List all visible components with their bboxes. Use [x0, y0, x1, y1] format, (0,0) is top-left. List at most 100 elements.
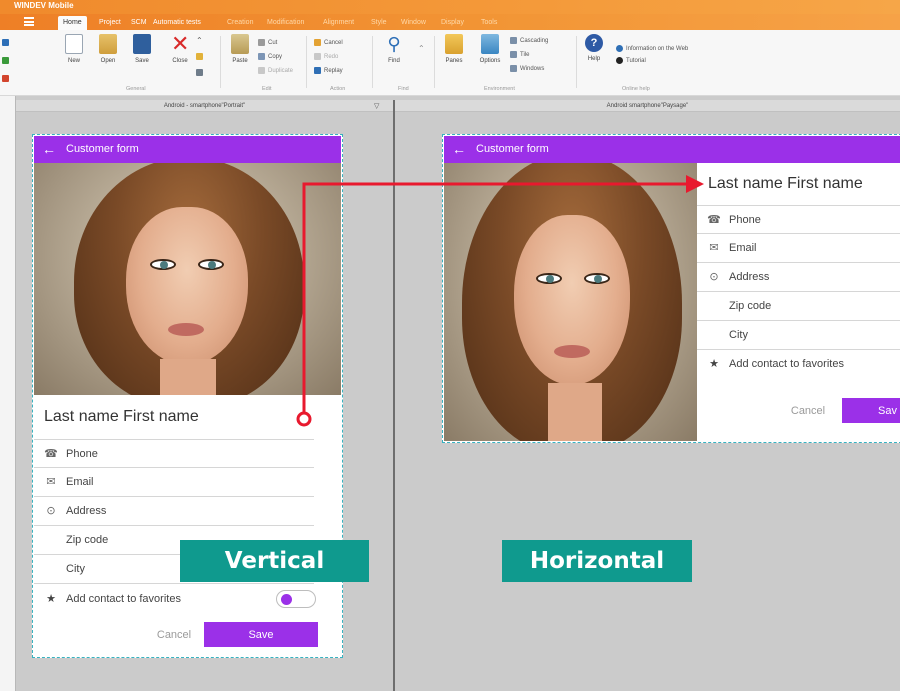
new-button[interactable]: New [60, 34, 88, 64]
ribbon-separator [434, 36, 435, 88]
redo-button[interactable]: Redo [314, 52, 338, 62]
new-file-icon [65, 34, 83, 54]
panes-label: Panes [445, 58, 463, 64]
ribbon-separator [576, 36, 577, 88]
star-icon: ★ [46, 593, 56, 605]
paste-label: Paste [232, 58, 248, 64]
tab-project[interactable]: Project [94, 16, 126, 30]
quick-save-icon[interactable] [2, 38, 12, 48]
group-online-help-label: Online help [622, 86, 650, 92]
ribbon: New Open Save ✕ Close ⌃ Paste Cut Copy D… [0, 30, 900, 96]
portrait-address-field[interactable]: ⊙ Address [34, 497, 314, 526]
tab-tools[interactable]: Tools [476, 16, 502, 30]
address-label: Address [729, 271, 770, 283]
cut-button[interactable]: Cut [258, 38, 277, 48]
find-label: Find [388, 58, 400, 64]
print-icon[interactable] [196, 68, 206, 78]
windows-button[interactable]: Windows [510, 64, 544, 74]
star-icon: ★ [709, 358, 719, 370]
tile-label: Tile [520, 52, 530, 58]
cascading-label: Cascading [520, 38, 549, 44]
ribbon-separator [372, 36, 373, 88]
favorite-toggle[interactable] [276, 590, 316, 608]
group-action-label: Action [330, 86, 346, 92]
copy-button[interactable]: Copy [258, 52, 282, 62]
tab-window[interactable]: Window [396, 16, 431, 30]
location-pin-icon: ⊙ [709, 271, 719, 283]
panes-icon [445, 34, 463, 54]
hamburger-icon[interactable] [24, 17, 34, 26]
favorite-label: Add contact to favorites [729, 358, 844, 370]
portrait-phone-field[interactable]: ☎ Phone [34, 439, 314, 468]
wand-icon[interactable] [196, 52, 206, 62]
back-arrow-icon[interactable]: ← [452, 136, 466, 163]
quick-debug-icon[interactable] [2, 74, 12, 84]
options-icon [481, 34, 499, 54]
landscape-phone-field[interactable]: ☎ Phone [697, 205, 900, 234]
email-label: Email [66, 476, 94, 488]
panes-button[interactable]: Panes [440, 34, 468, 64]
cascading-button[interactable]: Cascading [510, 36, 548, 46]
replay-button[interactable]: Replay [314, 66, 343, 76]
info-web-button[interactable]: Information on the Web [616, 44, 688, 54]
tab-display[interactable]: Display [436, 16, 469, 30]
landscape-address-field[interactable]: ⊙ Address [697, 263, 900, 292]
city-label: City [66, 563, 85, 575]
save-toolbar-button[interactable]: Save [128, 34, 156, 64]
landscape-email-field[interactable]: ✉ Email [697, 234, 900, 263]
close-button[interactable]: ✕ Close [166, 33, 194, 65]
cancel-action-label: Cancel [324, 40, 343, 46]
help-label: Help [587, 56, 601, 62]
scroll-arrows-icon[interactable]: ⌃ [418, 44, 425, 54]
landscape-favorite-row: ★ Add contact to favorites [697, 351, 900, 377]
email-label: Email [729, 242, 757, 254]
tutorial-button[interactable]: Tutorial [616, 56, 646, 66]
open-button[interactable]: Open [94, 34, 122, 64]
tab-automatic-tests[interactable]: Automatic tests [148, 16, 206, 30]
horizontal-badge: Horizontal [502, 540, 692, 582]
portrait-cancel-button[interactable]: Cancel [150, 624, 198, 646]
folder-icon [99, 34, 117, 54]
editor-left-edge [0, 96, 16, 691]
landscape-cancel-button[interactable]: Cancel [784, 400, 832, 422]
favorite-label: Add contact to favorites [66, 593, 181, 605]
pane-divider[interactable] [393, 100, 395, 691]
landscape-save-button[interactable]: Sav [842, 398, 900, 423]
tab-alignment[interactable]: Alignment [318, 16, 359, 30]
copy-label: Copy [268, 54, 283, 60]
back-arrow-icon[interactable]: ← [42, 136, 56, 163]
tab-modification[interactable]: Modification [262, 16, 309, 30]
portrait-email-field[interactable]: ✉ Email [34, 468, 314, 497]
email-icon: ✉ [709, 242, 719, 254]
email-icon: ✉ [46, 476, 56, 488]
cancel-action-button[interactable]: Cancel [314, 38, 343, 48]
replay-label: Replay [324, 68, 343, 74]
find-button[interactable]: ⚲ Find [380, 34, 408, 64]
group-general-label: General [126, 86, 146, 92]
open-label: Open [100, 58, 116, 64]
windows-label: Windows [520, 66, 545, 72]
phone-icon: ☎ [44, 448, 58, 460]
quick-run-icon[interactable] [2, 56, 12, 66]
landscape-zip-field[interactable]: Zip code [697, 292, 900, 321]
portrait-save-button[interactable]: Save [204, 622, 318, 647]
tab-creation[interactable]: Creation [222, 16, 258, 30]
options-label: Options [479, 58, 501, 64]
group-environment-label: Environment [484, 86, 515, 92]
help-button[interactable]: ? Help [580, 34, 608, 62]
paste-button[interactable]: Paste [226, 34, 254, 64]
duplicate-label: Duplicate [268, 68, 294, 74]
pane-menu-icon[interactable]: ▽ [374, 102, 379, 110]
options-button[interactable]: Options [476, 34, 504, 64]
save-label: Save [135, 58, 149, 64]
landscape-app-bar: ← Customer form [444, 136, 900, 163]
landscape-city-field[interactable]: City [697, 321, 900, 350]
tile-button[interactable]: Tile [510, 50, 529, 60]
tab-style[interactable]: Style [366, 16, 392, 30]
duplicate-button[interactable]: Duplicate [258, 66, 293, 76]
tab-home[interactable]: Home [58, 16, 87, 30]
landscape-contact-photo [444, 163, 697, 441]
arrows-icon[interactable]: ⌃ [196, 36, 203, 46]
app-title: WINDEV Mobile [14, 1, 74, 10]
vertical-badge: Vertical [180, 540, 369, 582]
